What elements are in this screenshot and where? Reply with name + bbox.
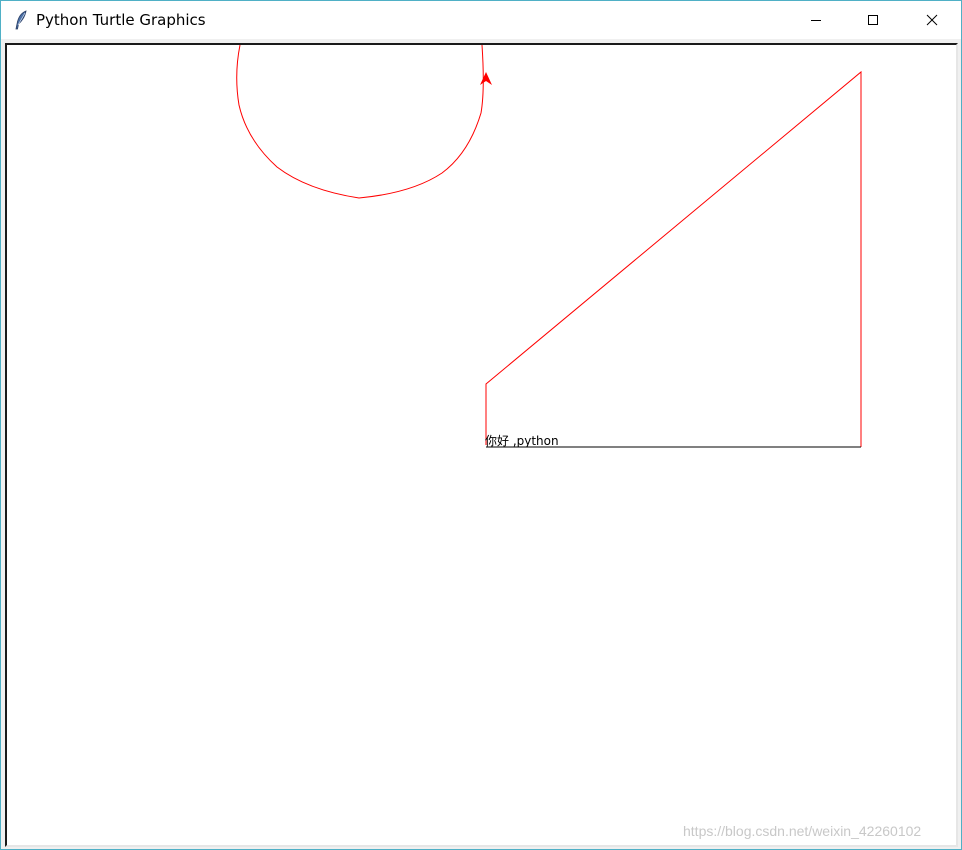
turtle-canvas[interactable] xyxy=(7,45,956,845)
circle-arc xyxy=(236,45,484,199)
feather-icon xyxy=(15,10,27,30)
turtle-canvas-frame[interactable]: 你好 ,python https://blog.csdn.net/weixin_… xyxy=(5,43,958,847)
canvas-text: 你好 ,python xyxy=(485,434,559,448)
watermark-text: https://blog.csdn.net/weixin_42260102 xyxy=(683,823,922,839)
close-button[interactable] xyxy=(909,1,955,39)
polygon-shape xyxy=(485,70,862,447)
turtle-window: Python Turtle Graphics 你好 ,python https:… xyxy=(0,0,962,850)
turtle-cursor-icon xyxy=(480,72,492,85)
minimize-icon xyxy=(811,20,821,21)
title-bar[interactable]: Python Turtle Graphics xyxy=(1,1,961,39)
close-icon xyxy=(926,14,938,26)
maximize-icon xyxy=(868,15,878,25)
window-title: Python Turtle Graphics xyxy=(36,11,206,29)
minimize-button[interactable] xyxy=(793,1,839,39)
maximize-button[interactable] xyxy=(850,1,896,39)
